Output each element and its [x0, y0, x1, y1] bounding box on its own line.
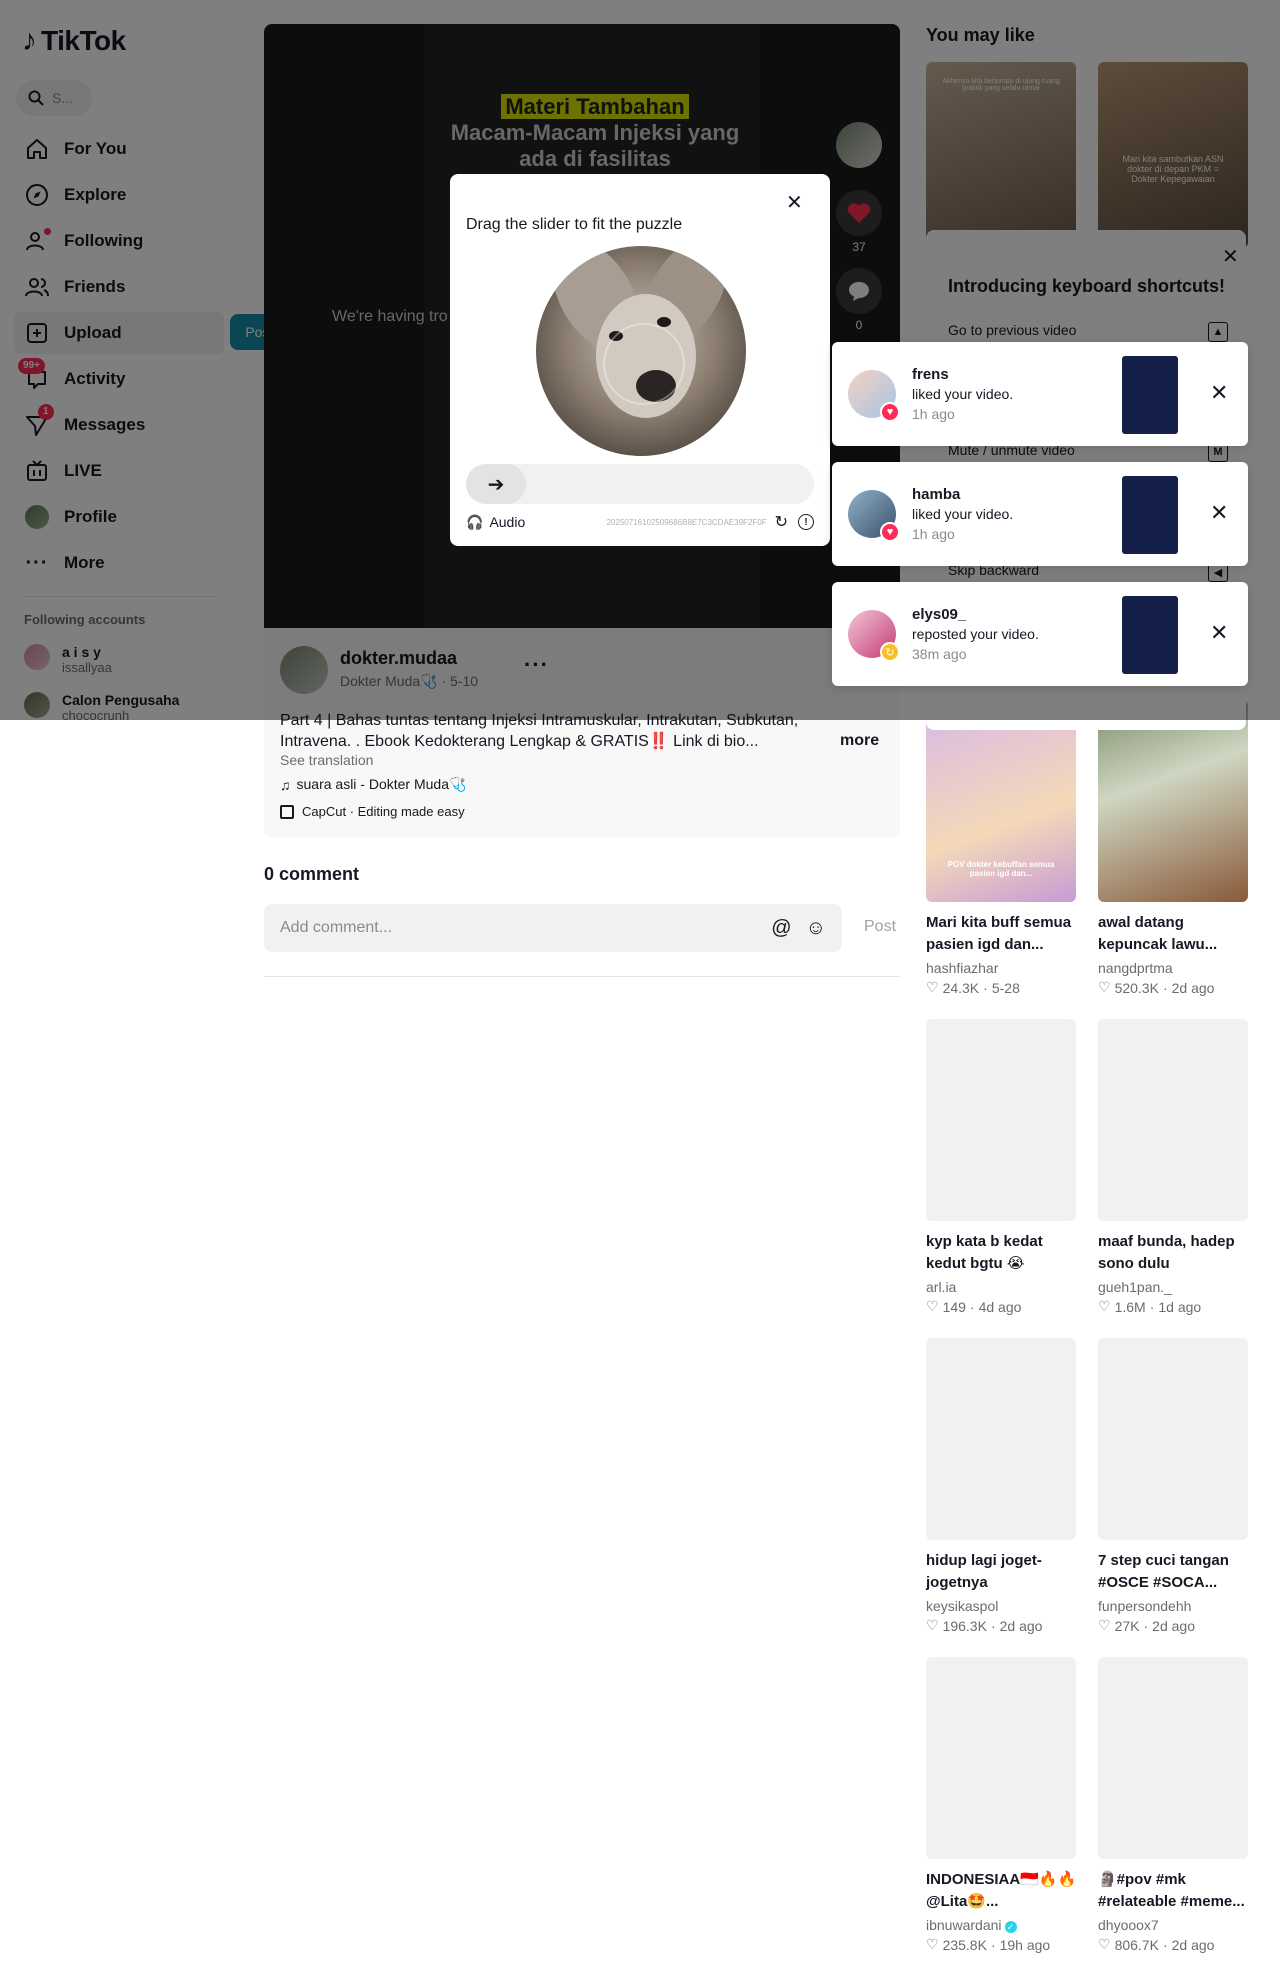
slider-handle[interactable]: ➔	[466, 464, 526, 504]
video-card-title[interactable]: kyp kata b kedat kedut bgtu 😭	[926, 1231, 1080, 1275]
video-thumbnail[interactable]	[1098, 1657, 1248, 1859]
video-card-title[interactable]: 7 step cuci tangan #OSCE #SOCA...	[1098, 1550, 1252, 1594]
notification-time: 1h ago	[912, 406, 955, 422]
more-link[interactable]: more	[840, 732, 879, 750]
comment-count-heading: 0 comment	[264, 864, 360, 884]
refresh-icon[interactable]: ↻	[775, 512, 788, 532]
heart-outline-icon: ♡	[1098, 979, 1111, 995]
notification-user: hamba	[912, 486, 961, 503]
captcha-dialog: ✕ Drag the slider to fit the puzzle ➔ 🎧 …	[450, 174, 830, 546]
video-card-stats: ♡ 196.3K · 2d ago	[926, 1617, 1043, 1634]
video-card-stats: ♡ 235.8K · 19h ago	[926, 1936, 1051, 1953]
heart-outline-icon: ♡	[926, 1936, 939, 1952]
notification-action: liked your video.	[912, 506, 1014, 522]
repost-badge-icon: ↻	[880, 642, 900, 662]
animal-photo	[536, 246, 746, 456]
capcut-icon	[280, 804, 294, 819]
info-icon[interactable]: !	[798, 514, 814, 530]
video-card-title[interactable]: Mari kita buff semua pasien igd dan...	[926, 912, 1080, 956]
comment-input[interactable]: Add comment... @ ☺	[264, 904, 842, 952]
video-card-user[interactable]: ibnuwardani ✓	[926, 1917, 1017, 1933]
close-icon[interactable]: ✕	[1210, 500, 1228, 526]
heart-outline-icon: ♡	[1098, 1298, 1111, 1314]
video-card-title[interactable]: hidup lagi joget-jogetnya	[926, 1550, 1080, 1594]
video-card-title[interactable]: maaf bunda, hadep sono dulu	[1098, 1231, 1252, 1275]
video-thumbnail[interactable]	[1098, 1338, 1248, 1540]
video-card-title[interactable]: INDONESIAA🇮🇩🔥🔥@Lita🤩...	[926, 1869, 1080, 1913]
notification-user: elys09_	[912, 606, 967, 623]
video-card-stats: ♡ 27K · 2d ago	[1098, 1617, 1195, 1634]
notification-toast[interactable]: ↻ elys09_ reposted your video. 38m ago ✕	[832, 582, 1248, 686]
see-translation-link[interactable]: See translation	[280, 752, 373, 768]
notification-time: 38m ago	[912, 646, 967, 662]
notification-toast[interactable]: ♥ frens liked your video. 1h ago ✕	[832, 342, 1248, 446]
divider	[264, 976, 900, 977]
notification-video-thumbnail	[1122, 356, 1178, 434]
post-comment-button[interactable]: Post	[864, 918, 896, 936]
video-card-stats: ♡ 149 · 4d ago	[926, 1298, 1022, 1315]
heart-outline-icon: ♡	[926, 979, 939, 995]
video-card-user[interactable]: arl.ia	[926, 1279, 956, 1295]
slider-track[interactable]: ➔	[466, 464, 814, 504]
video-card-stats: ♡ 1.6M · 1d ago	[1098, 1298, 1202, 1315]
video-card-user[interactable]: nangdprtma	[1098, 960, 1173, 976]
video-card-user[interactable]: keysikaspol	[926, 1598, 998, 1614]
notification-toast[interactable]: ♥ hamba liked your video. 1h ago ✕	[832, 462, 1248, 566]
notification-user: frens	[912, 366, 949, 383]
video-thumbnail[interactable]: POV dokter kebuffan semua pasien igd dan…	[926, 700, 1076, 902]
video-card-title[interactable]: awal datang kepuncak lawu...	[1098, 912, 1252, 956]
notification-video-thumbnail	[1122, 476, 1178, 554]
heart-badge-icon: ♥	[880, 522, 900, 542]
close-icon[interactable]: ✕	[1210, 620, 1228, 646]
video-card-user[interactable]: gueh1pan._	[1098, 1279, 1172, 1295]
video-thumbnail[interactable]	[926, 1338, 1076, 1540]
audio-link[interactable]: Audio	[489, 514, 525, 530]
notification-time: 1h ago	[912, 526, 955, 542]
heart-badge-icon: ♥	[880, 402, 900, 422]
verified-badge-icon: ✓	[1004, 1921, 1017, 1933]
heart-outline-icon: ♡	[926, 1617, 939, 1633]
headphones-icon[interactable]: 🎧	[466, 514, 483, 531]
mention-icon[interactable]: @	[771, 917, 791, 940]
video-card-title[interactable]: 🗿#pov #mk #relateable #meme...	[1098, 1869, 1252, 1913]
captcha-title: Drag the slider to fit the puzzle	[466, 216, 683, 233]
heart-outline-icon: ♡	[1098, 1936, 1111, 1952]
video-thumbnail[interactable]	[926, 1657, 1076, 1859]
sound-link[interactable]: ♫ suara asli - Dokter Muda🩺	[280, 776, 466, 793]
close-icon[interactable]: ✕	[786, 190, 803, 215]
heart-outline-icon: ♡	[1098, 1617, 1111, 1633]
notification-action: reposted your video.	[912, 626, 1039, 642]
captcha-footer: 🎧 Audio 20250716102509686B8E7C3CDAE39F2F…	[466, 512, 814, 532]
video-card-user[interactable]: dhyooox7	[1098, 1917, 1159, 1933]
video-thumbnail[interactable]	[1098, 700, 1248, 902]
emoji-icon[interactable]: ☺	[806, 917, 826, 940]
puzzle-image	[536, 246, 746, 456]
video-card-stats: ♡ 520.3K · 2d ago	[1098, 979, 1215, 996]
arrow-right-icon: ➔	[487, 473, 505, 496]
notification-action: liked your video.	[912, 386, 1014, 402]
capcut-link[interactable]: CapCut · Editing made easy	[280, 804, 465, 819]
notification-video-thumbnail	[1122, 596, 1178, 674]
video-thumbnail[interactable]	[1098, 1019, 1248, 1221]
heart-outline-icon: ♡	[926, 1298, 939, 1314]
video-card-stats: ♡ 24.3K · 5-28	[926, 979, 1020, 996]
video-card-user[interactable]: funpersondehh	[1098, 1598, 1191, 1614]
video-thumbnail[interactable]	[926, 1019, 1076, 1221]
music-note-icon: ♫	[280, 776, 291, 793]
video-card-user[interactable]: hashfiazhar	[926, 960, 998, 976]
close-icon[interactable]: ✕	[1210, 380, 1228, 406]
video-card-stats: ♡ 806.7K · 2d ago	[1098, 1936, 1215, 1953]
captcha-id: 20250716102509686B8E7C3CDAE39F2F0F	[606, 517, 767, 527]
